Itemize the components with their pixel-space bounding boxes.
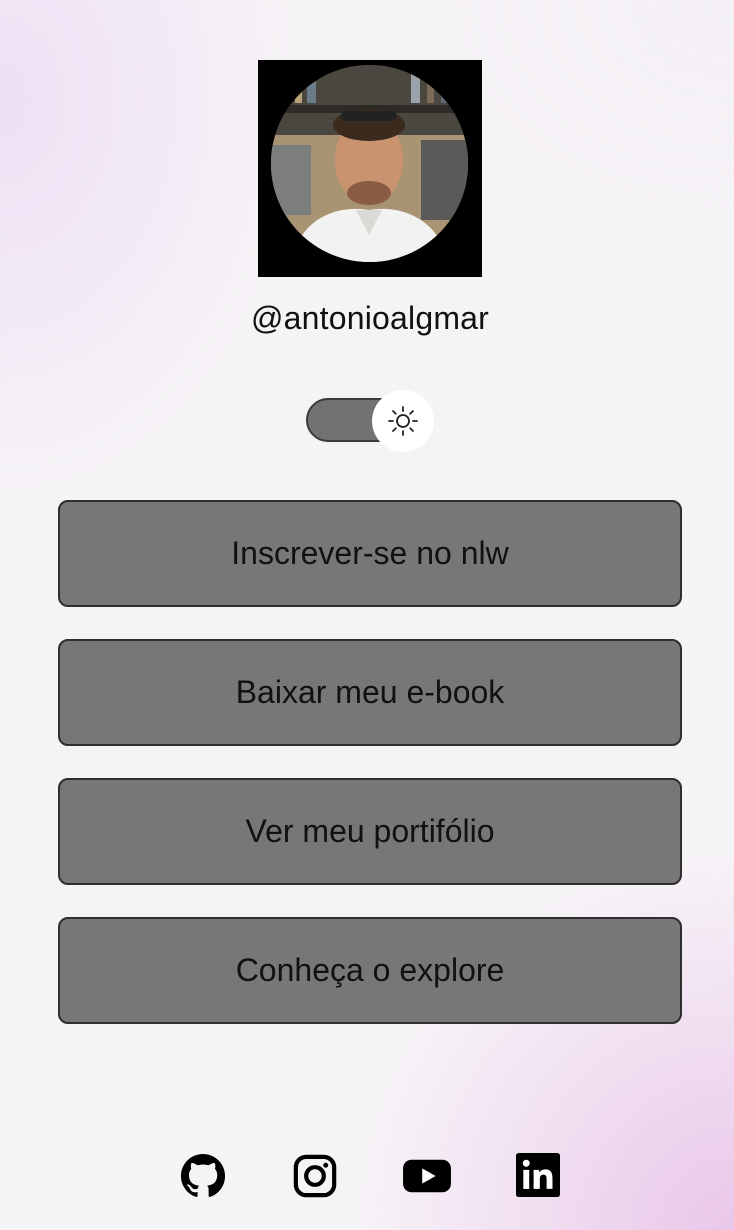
avatar: [258, 60, 482, 277]
youtube-link[interactable]: [402, 1153, 452, 1199]
avatar-image: [271, 65, 468, 262]
theme-switch[interactable]: [306, 390, 434, 452]
switch-knob[interactable]: [372, 390, 434, 452]
link-list: Inscrever-se no nlw Baixar meu e-book Ve…: [58, 500, 682, 1056]
profile-page: @antonioalgmar Inscrever-se no nlw Baixa…: [0, 0, 734, 1230]
avatar-photo: [271, 65, 468, 262]
instagram-link[interactable]: [292, 1153, 338, 1199]
github-icon: [180, 1153, 226, 1197]
linkedin-icon: [516, 1153, 560, 1197]
link-button-nlw[interactable]: Inscrever-se no nlw: [58, 500, 682, 607]
linkedin-link[interactable]: [516, 1153, 562, 1199]
instagram-icon: [293, 1154, 337, 1198]
link-button-portfolio[interactable]: Ver meu portifólio: [58, 778, 682, 885]
youtube-icon: [403, 1159, 451, 1193]
github-link[interactable]: [180, 1153, 226, 1199]
username: @antonioalgmar: [250, 300, 490, 336]
link-button-explore[interactable]: Conheça o explore: [58, 917, 682, 1024]
social-links: [180, 1153, 570, 1201]
link-button-ebook[interactable]: Baixar meu e-book: [58, 639, 682, 746]
sun-icon: [388, 406, 418, 436]
